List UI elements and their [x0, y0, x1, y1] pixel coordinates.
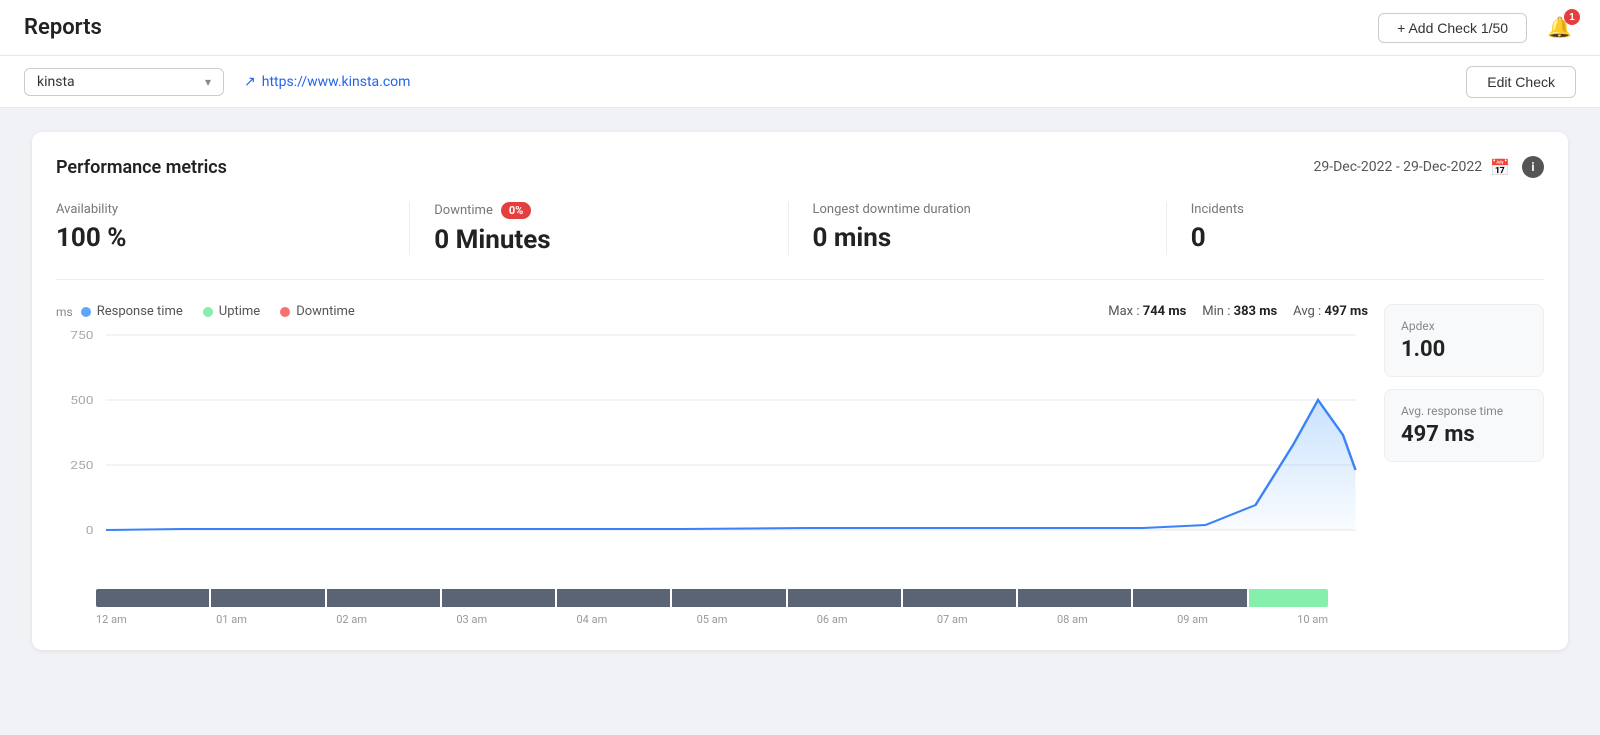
- x-label-10am: 10 am: [1297, 613, 1328, 626]
- sub-header: kinsta ▾ ↗ https://www.kinsta.com Edit C…: [0, 56, 1600, 108]
- chevron-down-icon: ▾: [205, 75, 211, 89]
- svg-text:250: 250: [70, 459, 93, 472]
- chart-sidebar: Apdex 1.00 Avg. response time 497 ms: [1384, 304, 1544, 626]
- page-title: Reports: [24, 15, 102, 40]
- x-label-12am: 12 am: [96, 613, 127, 626]
- longest-downtime-label: Longest downtime duration: [813, 202, 1142, 217]
- incidents-value: 0: [1191, 223, 1520, 253]
- max-stat: Max : 744 ms: [1108, 304, 1186, 319]
- sub-header-left: kinsta ▾ ↗ https://www.kinsta.com: [24, 68, 410, 96]
- avg-stat: Avg : 497 ms: [1293, 304, 1368, 319]
- svg-text:500: 500: [70, 394, 93, 407]
- card-header: Performance metrics 29-Dec-2022 - 29-Dec…: [56, 156, 1544, 178]
- x-label-09am: 09 am: [1177, 613, 1208, 626]
- add-check-button[interactable]: + Add Check 1/50: [1378, 13, 1527, 43]
- apdex-label: Apdex: [1401, 319, 1527, 333]
- apdex-card: Apdex 1.00: [1384, 304, 1544, 377]
- avg-response-card: Avg. response time 497 ms: [1384, 389, 1544, 462]
- header-actions: + Add Check 1/50 🔔 1: [1378, 11, 1576, 44]
- incidents-label: Incidents: [1191, 202, 1520, 217]
- legend-downtime-label: Downtime: [296, 304, 355, 319]
- site-name: kinsta: [37, 74, 75, 90]
- apdex-value: 1.00: [1401, 337, 1527, 362]
- legend-uptime-label: Uptime: [219, 304, 260, 319]
- chart-svg-wrapper: 750 500 250 0: [56, 325, 1368, 585]
- metrics-card: Performance metrics 29-Dec-2022 - 29-Dec…: [32, 132, 1568, 650]
- status-segment-grey-4: [442, 589, 555, 607]
- x-label-04am: 04 am: [577, 613, 608, 626]
- chart-main: ms Response time Uptime Downtime: [56, 304, 1368, 626]
- svg-text:750: 750: [70, 329, 93, 342]
- metric-downtime: Downtime 0% 0 Minutes: [410, 202, 788, 255]
- legend-uptime: Uptime: [203, 304, 260, 319]
- svg-text:0: 0: [86, 524, 94, 537]
- availability-label: Availability: [56, 202, 385, 217]
- top-header: Reports + Add Check 1/50 🔔 1: [0, 0, 1600, 56]
- status-segment-grey-2: [211, 589, 324, 607]
- x-label-06am: 06 am: [817, 613, 848, 626]
- status-segment-green: [1249, 589, 1328, 607]
- availability-value: 100 %: [56, 223, 385, 253]
- external-link-icon: ↗: [244, 74, 256, 90]
- chart-container: ms Response time Uptime Downtime: [56, 304, 1544, 626]
- chart-legend: Response time Uptime Downtime: [81, 304, 355, 319]
- status-segment-grey-1: [96, 589, 209, 607]
- metric-longest-downtime: Longest downtime duration 0 mins: [789, 202, 1167, 255]
- uptime-dot: [203, 307, 213, 317]
- status-segment-grey-3: [327, 589, 440, 607]
- status-segment-grey-9: [1018, 589, 1131, 607]
- metrics-row: Availability 100 % Downtime 0% 0 Minutes…: [56, 202, 1544, 280]
- status-segment-grey-8: [903, 589, 1016, 607]
- chart-svg: 750 500 250 0: [56, 325, 1368, 585]
- notification-badge: 1: [1564, 9, 1580, 25]
- legend-response-time-label: Response time: [97, 304, 183, 319]
- date-range-text: 29-Dec-2022 - 29-Dec-2022: [1313, 159, 1482, 175]
- downtime-badge: 0%: [501, 202, 531, 219]
- longest-downtime-value: 0 mins: [813, 223, 1142, 253]
- x-label-07am: 07 am: [937, 613, 968, 626]
- status-segment-grey-10: [1133, 589, 1246, 607]
- edit-check-button[interactable]: Edit Check: [1466, 66, 1576, 98]
- x-label-08am: 08 am: [1057, 613, 1088, 626]
- response-time-dot: [81, 307, 91, 317]
- min-stat: Min : 383 ms: [1202, 304, 1277, 319]
- x-axis-labels: 12 am 01 am 02 am 03 am 04 am 05 am 06 a…: [56, 613, 1368, 626]
- avg-response-value: 497 ms: [1401, 422, 1527, 447]
- legend-response-time: Response time: [81, 304, 183, 319]
- card-title: Performance metrics: [56, 157, 227, 178]
- site-url-link[interactable]: ↗ https://www.kinsta.com: [244, 74, 410, 90]
- status-segment-grey-6: [672, 589, 785, 607]
- status-bar-container: [56, 589, 1368, 607]
- downtime-value: 0 Minutes: [434, 225, 763, 255]
- date-range: 29-Dec-2022 - 29-Dec-2022 📅 i: [1313, 156, 1544, 178]
- calendar-icon[interactable]: 📅: [1490, 158, 1510, 177]
- x-label-05am: 05 am: [697, 613, 728, 626]
- main-content: Performance metrics 29-Dec-2022 - 29-Dec…: [0, 108, 1600, 674]
- status-segment-grey-7: [788, 589, 901, 607]
- site-url-text: https://www.kinsta.com: [262, 74, 411, 90]
- metric-incidents: Incidents 0: [1167, 202, 1544, 255]
- x-label-01am: 01 am: [216, 613, 247, 626]
- notification-button[interactable]: 🔔 1: [1543, 11, 1576, 44]
- x-label-03am: 03 am: [456, 613, 487, 626]
- y-axis-label: ms: [56, 305, 73, 319]
- metric-availability: Availability 100 %: [56, 202, 410, 255]
- legend-downtime: Downtime: [280, 304, 355, 319]
- info-icon[interactable]: i: [1522, 156, 1544, 178]
- status-segment-grey-5: [557, 589, 670, 607]
- chart-stats: Max : 744 ms Min : 383 ms Avg : 497 ms: [1108, 304, 1368, 319]
- avg-response-label: Avg. response time: [1401, 404, 1527, 418]
- site-selector[interactable]: kinsta ▾: [24, 68, 224, 96]
- downtime-dot: [280, 307, 290, 317]
- downtime-label: Downtime 0%: [434, 202, 763, 219]
- x-label-02am: 02 am: [336, 613, 367, 626]
